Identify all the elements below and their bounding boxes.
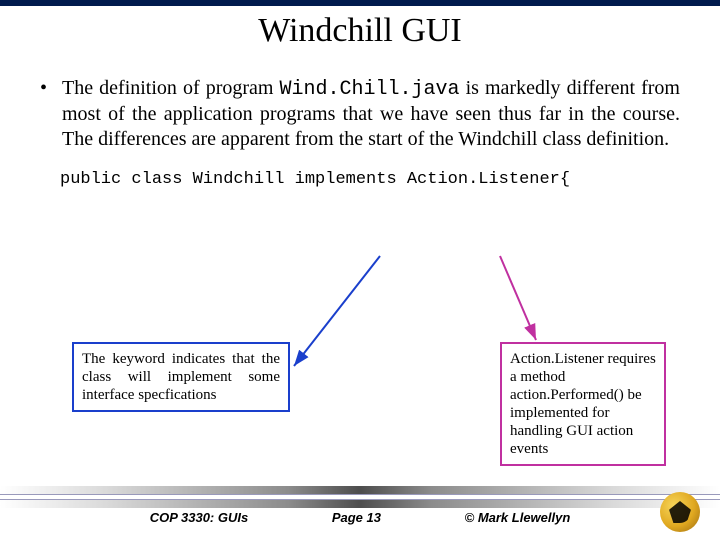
slide: Windchill GUI • The definition of progra… <box>0 0 720 540</box>
callout-keyword: The keyword indicates that the class wil… <box>72 342 290 412</box>
footer-bar <box>0 494 720 500</box>
para-code: Wind.Chill.java <box>280 78 460 101</box>
footer-copyright: © Mark Llewellyn <box>465 510 571 525</box>
paragraph-text: The definition of program Wind.Chill.jav… <box>62 76 680 152</box>
footer-text: COP 3330: GUIs Page 13 © Mark Llewellyn <box>0 510 720 525</box>
code-line: public class Windchill implements Action… <box>60 170 720 189</box>
arrow-blue-line <box>294 256 380 366</box>
body-paragraph: • The definition of program Wind.Chill.j… <box>40 76 680 152</box>
footer-page: Page 13 <box>332 510 381 525</box>
footer: COP 3330: GUIs Page 13 © Mark Llewellyn <box>0 486 720 540</box>
slide-title: Windchill GUI <box>0 12 720 50</box>
callout-actionlistener: Action.Listener requires a method action… <box>500 342 666 466</box>
arrow-magenta-line <box>500 256 536 340</box>
footer-course: COP 3330: GUIs <box>150 510 249 525</box>
para-pre: The definition of program <box>62 77 280 99</box>
ucf-logo-icon <box>660 492 700 532</box>
bullet-icon: • <box>40 76 62 152</box>
